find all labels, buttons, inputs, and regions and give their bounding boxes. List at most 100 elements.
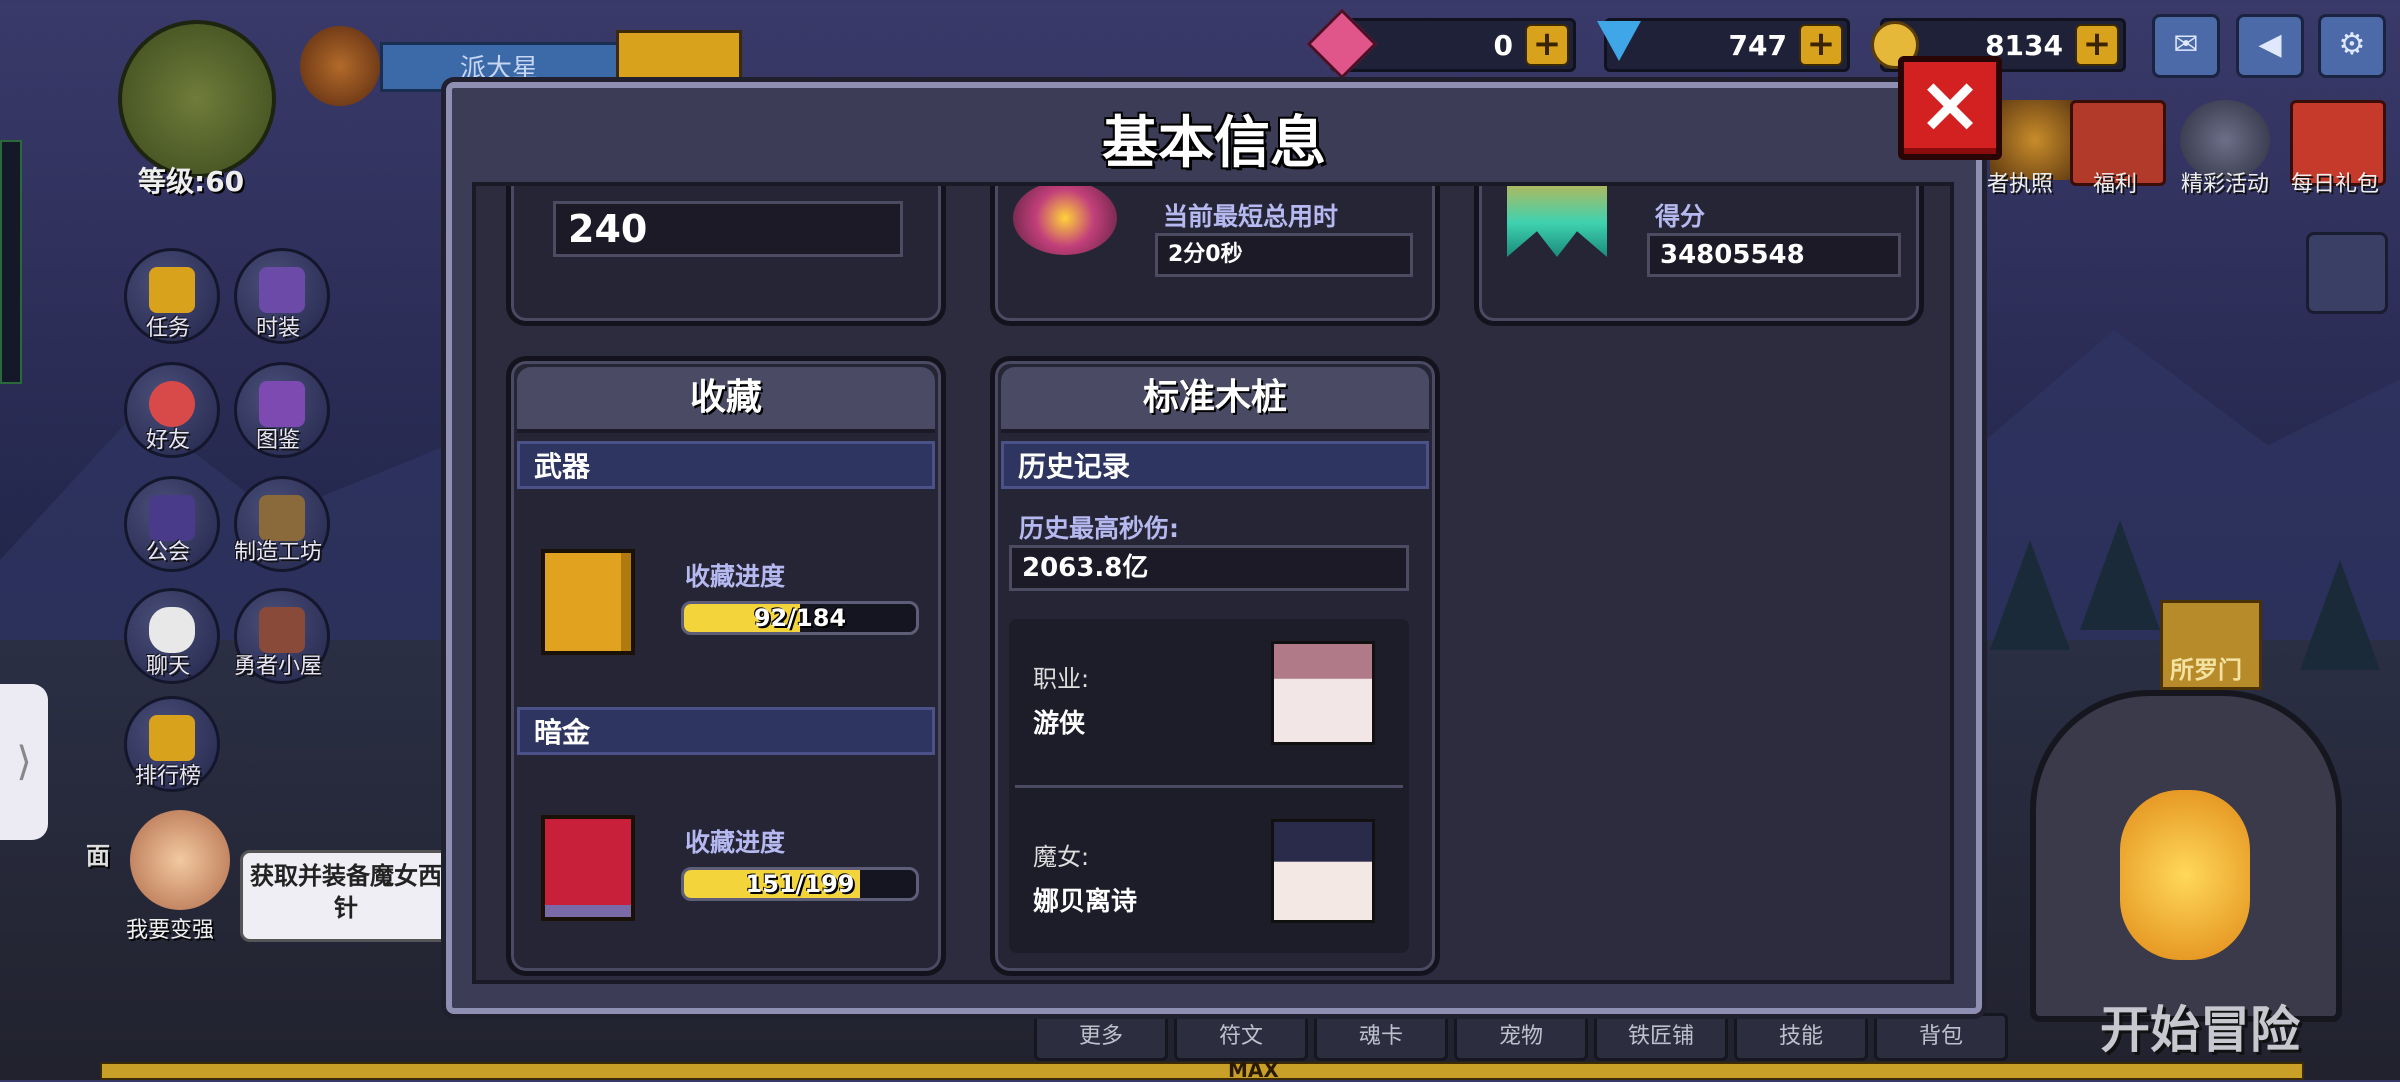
side-label: 公会 [145,540,190,565]
start-adventure-button[interactable]: 开始冒险 [2100,990,2300,1062]
divider [1015,785,1403,788]
announcement-icon[interactable]: ◀ [2236,14,2304,78]
dark-gold-progress-bar: 151/199 [681,867,919,901]
chat-icon [149,607,195,653]
hint-text: 获取并装备魔女西 针 [250,862,442,922]
event-label: 精彩活动 [2180,172,2269,197]
leaderboard-icon [149,715,195,761]
dark-gold-progress-text: 151/199 [745,870,855,898]
tab-pets[interactable]: 宠物 [1454,1013,1588,1061]
guide-character[interactable] [130,810,230,910]
side-label: 图鉴 [255,428,300,453]
side-edge-tab[interactable] [0,140,22,384]
tab-runes[interactable]: 符文 [1174,1013,1308,1061]
max-dps-field: 2063.8亿 [1009,545,1409,591]
currency-value: 0 [1493,29,1513,62]
player-name: 派大星 [460,54,539,84]
class-label: 职业: [1033,665,1090,693]
close-icon[interactable]: × [1898,56,2002,160]
currency-diamonds: 747 + [1597,18,1850,72]
face-label: 面 [86,842,110,870]
currency-value: 747 [1728,29,1787,62]
history-bar: 历史记录 [1001,441,1429,489]
exp-max-label: MAX [1228,1058,1279,1082]
add-currency-button[interactable]: + [1799,24,1843,66]
exp-bar [100,1062,2304,1080]
hero-house-icon [259,607,305,653]
section-dark-gold: 暗金 [517,707,935,755]
rank-emblem-icon [300,26,380,106]
settings-gear-icon[interactable]: ⚙ [2318,14,2386,78]
training-dummy-panel: 标准木桩 历史记录 历史最高秒伤: 2063.8亿 职业: 游侠 魔女: 娜贝离… [990,356,1440,976]
portal-label: 所罗门 [2170,656,2242,684]
witch-portrait [1271,819,1375,923]
tab-more[interactable]: 更多 [1034,1013,1168,1061]
score-label: 得分 [1655,202,1706,231]
shortest-time-value: 2分0秒 [1168,242,1243,267]
score-field: 34805548 [1647,233,1901,277]
dialog-content[interactable]: 240 当前最短总用时 2分0秒 得分 34805548 收藏 武器 收藏进度 [472,182,1954,984]
weapon-book-icon [541,549,635,655]
tab-soul-cards[interactable]: 魂卡 [1314,1013,1448,1061]
dark-gold-progress-label: 收藏进度 [685,828,786,857]
player-avatar[interactable] [118,20,276,178]
tab-backpack[interactable]: 背包 [1874,1013,2008,1061]
section-weapons: 武器 [517,441,935,489]
codex-icon [259,381,305,427]
side-label: 勇者小屋 [233,654,322,679]
tab-skills[interactable]: 技能 [1734,1013,1868,1061]
event-label: 每日礼包 [2290,172,2379,197]
side-label: 聊天 [145,654,190,679]
dialog-title: 基本信息 [1102,111,1326,176]
portal-core [2120,790,2250,960]
fashion-icon [259,267,305,313]
rank-crest-icon [1507,186,1607,257]
witch-value: 娜贝离诗 [1033,887,1138,917]
event-label: 福利 [2092,172,2137,197]
player-level: 等级:60 [138,165,245,198]
max-dps-value: 2063.8亿 [1022,553,1149,583]
heart-gem-icon [1306,8,1378,80]
side-label: 时装 [255,316,300,341]
class-value: 游侠 [1033,709,1086,739]
record-card: 职业: 游侠 魔女: 娜贝离诗 [1009,619,1409,953]
side-label: 制造工坊 [233,540,322,565]
flame-orb-icon [1013,186,1117,255]
stat-value: 240 [568,207,648,251]
add-currency-button[interactable]: + [2075,24,2119,66]
bg-tree [2080,520,2160,630]
stat-value-field: 240 [553,201,903,257]
weapon-progress-bar: 92/184 [681,601,919,635]
side-label: 排行榜 [134,764,201,789]
max-dps-label: 历史最高秒伤: [1019,514,1179,543]
stat-panel-left: 240 [506,186,946,326]
quest-icon [149,267,195,313]
currency-gems: 0 + [1306,8,1576,80]
add-currency-button[interactable]: + [1525,24,1569,66]
diamond-icon [1597,21,1641,61]
side-label: 任务 [145,316,190,341]
bg-tree [2300,560,2380,670]
dummy-title: 标准木桩 [1001,367,1429,433]
witch-label: 魔女: [1033,843,1090,871]
collection-panel: 收藏 武器 收藏进度 92/184 暗金 收藏进度 151/199 [506,356,946,976]
ranger-portrait [1271,641,1375,745]
shortest-time-field: 2分0秒 [1155,233,1413,277]
become-stronger-label: 我要变强 [126,918,215,943]
weapon-progress-label: 收藏进度 [685,562,786,591]
collection-title: 收藏 [517,367,935,433]
dark-gold-book-icon [541,815,635,921]
tab-blacksmith[interactable]: 铁匠铺 [1594,1013,1728,1061]
side-label: 好友 [145,428,190,453]
character-toggle-icon[interactable] [2306,232,2388,314]
bg-tree [1990,540,2070,650]
weapon-progress-text: 92/184 [753,604,847,632]
shortest-time-label: 当前最短总用时 [1163,202,1339,231]
stat-panel-right: 得分 34805548 [1474,186,1924,326]
basic-info-dialog: 基本信息 240 当前最短总用时 2分0秒 得分 34805548 收藏 武器 [446,82,1982,1014]
stat-panel-mid: 当前最短总用时 2分0秒 [990,186,1440,326]
mail-icon[interactable]: ✉ [2152,14,2220,78]
score-value: 34805548 [1660,240,1805,270]
friends-icon [149,381,195,427]
expand-panel-button[interactable]: ⟩ [0,684,48,840]
